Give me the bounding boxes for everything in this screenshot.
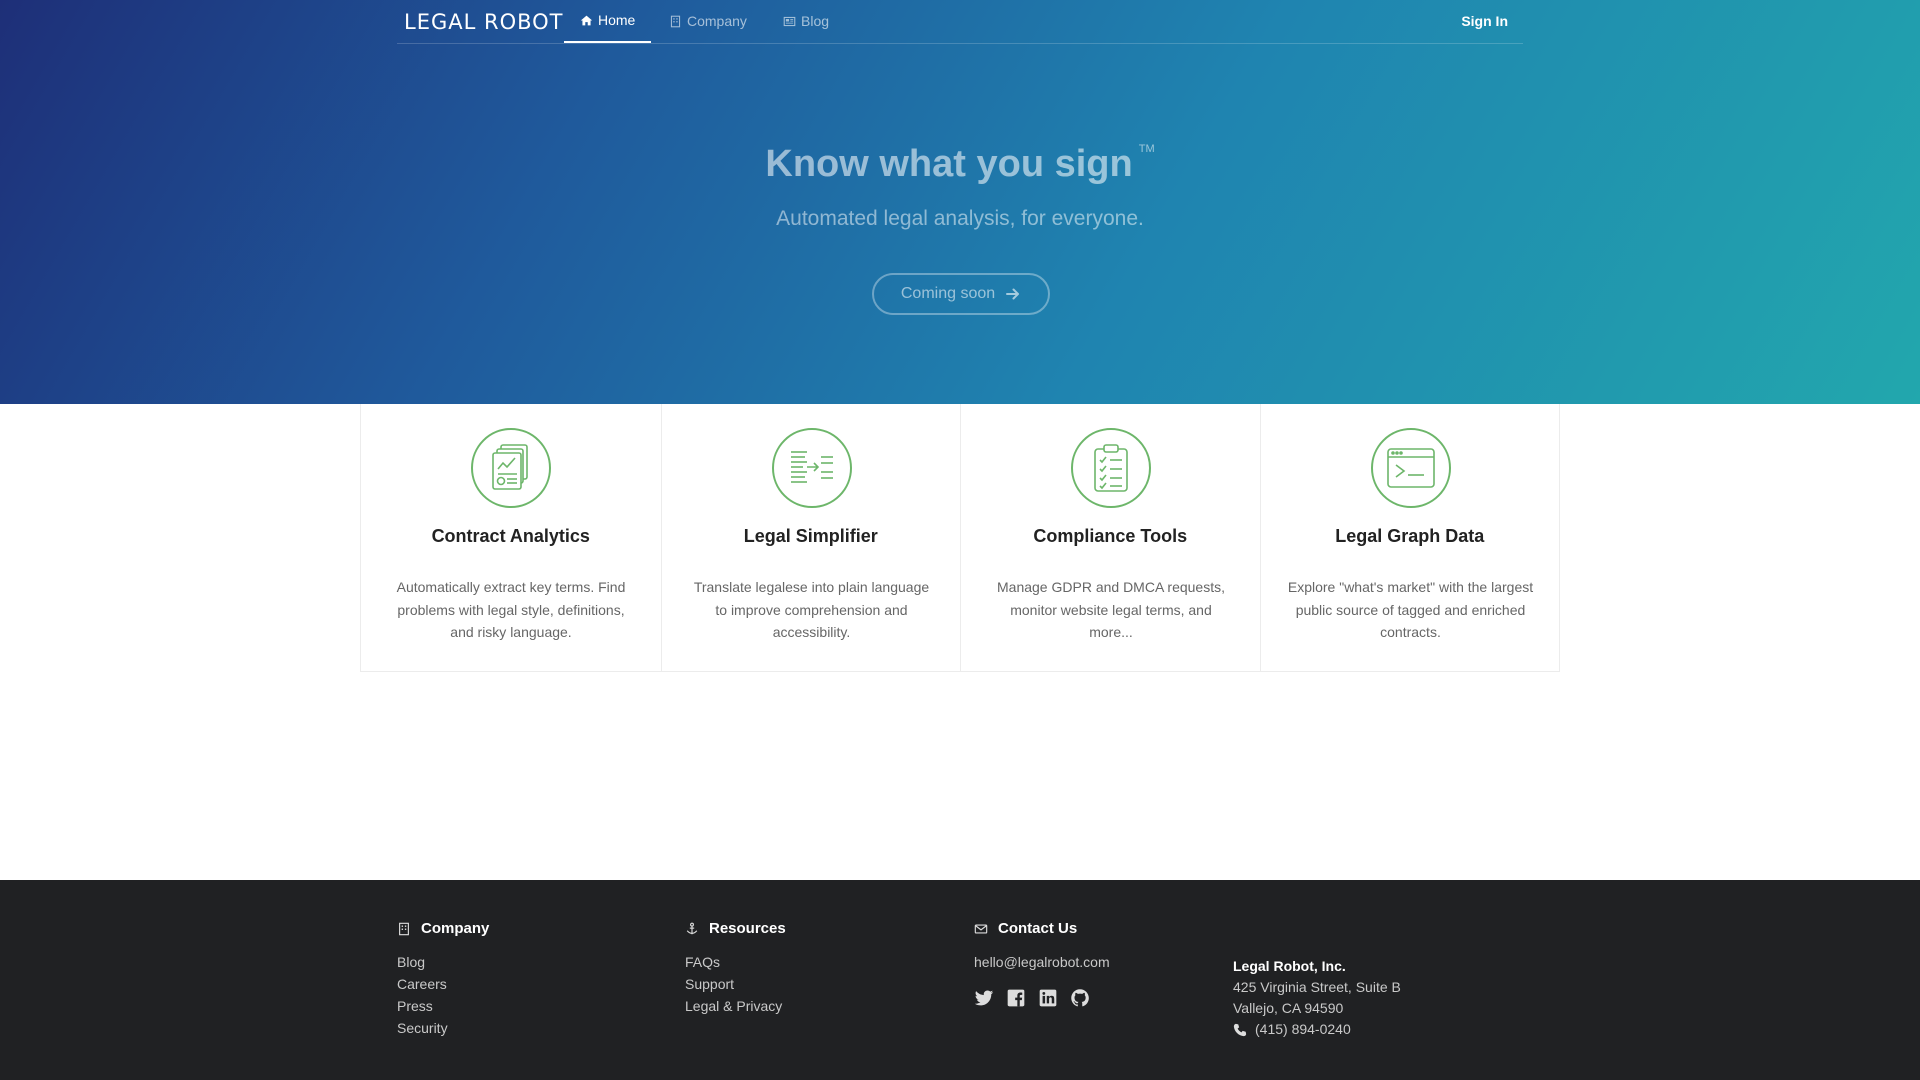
feature-description: Translate legalese into plain language t…	[693, 579, 930, 640]
logo[interactable]: LEGAL ROBOT	[404, 10, 564, 34]
footer-link-blog[interactable]: Blog	[397, 951, 489, 973]
trademark-mark: TM	[1138, 143, 1155, 155]
feature-card-legal-simplifier: Legal Simplifier Translate legalese into…	[660, 404, 961, 672]
nav-company-label: Company	[687, 13, 747, 29]
sign-in-link[interactable]: Sign In	[1461, 0, 1508, 43]
facebook-icon[interactable]	[1006, 988, 1026, 1008]
terminal-window-icon	[1370, 428, 1451, 508]
nav-blog[interactable]: Blog	[783, 0, 829, 43]
text-transform-icon	[771, 428, 852, 508]
feature-card-legal-graph-data: Legal Graph Data Explore "what's market"…	[1259, 404, 1560, 672]
footer-contact-heading-label: Contact Us	[998, 920, 1078, 937]
footer-link-security[interactable]: Security	[397, 1017, 489, 1039]
footer-company-heading-label: Company	[421, 920, 490, 937]
features-grid: Contract Analytics Automatically extract…	[360, 404, 1560, 672]
document-chart-icon	[471, 428, 551, 508]
nav-home-label: Home	[598, 12, 636, 28]
footer-resources-heading: Resources	[685, 920, 786, 937]
address-line-2: Vallejo, CA 94590	[1233, 1000, 1344, 1016]
building-icon	[670, 15, 681, 28]
phone-icon	[1233, 1023, 1247, 1036]
nav-company[interactable]: Company	[669, 0, 747, 43]
coming-soon-label: Coming soon	[900, 285, 996, 302]
social-links	[974, 988, 1110, 1008]
feature-card-contract-analytics: Contract Analytics Automatically extract…	[361, 404, 661, 672]
site-footer: Company Blog Careers Press Security Reso…	[0, 880, 1920, 1080]
home-icon	[580, 15, 593, 26]
hero-title: Know what you sign TM	[0, 143, 1920, 186]
top-nav: LEGAL ROBOT Home Company Blog Sign In	[397, 0, 1523, 44]
footer-link-careers[interactable]: Careers	[397, 973, 489, 995]
envelope-icon	[974, 923, 988, 934]
feature-card-compliance-tools: Compliance Tools Manage GDPR and DMCA re…	[960, 404, 1260, 672]
linkedin-icon[interactable]	[1038, 988, 1058, 1008]
phone-number[interactable]: (415) 894-0240	[1255, 1019, 1351, 1040]
feature-title: Contract Analytics	[431, 526, 590, 546]
feature-description: Explore "what's market" with the largest…	[1287, 579, 1534, 640]
address-line-1: 425 Virginia Street, Suite B	[1233, 979, 1401, 995]
footer-link-support[interactable]: Support	[685, 973, 786, 995]
company-name: Legal Robot, Inc.	[1233, 958, 1346, 974]
feature-title: Compliance Tools	[1033, 526, 1188, 546]
footer-link-legal-privacy[interactable]: Legal & Privacy	[685, 995, 786, 1017]
feature-description: Automatically extract key terms. Find pr…	[396, 579, 626, 640]
footer-company-column: Company Blog Careers Press Security	[397, 920, 489, 1039]
arrow-right-icon	[1006, 288, 1020, 300]
github-icon[interactable]	[1070, 988, 1090, 1008]
nav-blog-label: Blog	[801, 13, 830, 29]
newspaper-icon	[783, 16, 796, 27]
feature-title: Legal Graph Data	[1335, 526, 1485, 546]
footer-contact-heading: Contact Us	[974, 920, 1110, 937]
company-address: Legal Robot, Inc. 425 Virginia Street, S…	[1233, 956, 1401, 1040]
nav-home[interactable]: Home	[564, 0, 652, 43]
twitter-icon[interactable]	[974, 988, 994, 1008]
footer-contact-column: Contact Us hello@legalrobot.com	[974, 920, 1110, 1008]
footer-resources-heading-label: Resources	[709, 920, 786, 937]
footer-resources-column: Resources FAQs Support Legal & Privacy	[685, 920, 786, 1017]
phone-row: (415) 894-0240	[1233, 1019, 1401, 1040]
footer-company-heading: Company	[397, 920, 489, 937]
hero-section: LEGAL ROBOT Home Company Blog Sign In Kn…	[0, 0, 1920, 404]
hero-subtitle: Automated legal analysis, for everyone.	[776, 207, 1144, 230]
contact-email-link[interactable]: hello@legalrobot.com	[974, 951, 1110, 973]
feature-title: Legal Simplifier	[743, 526, 878, 546]
building-icon	[399, 922, 409, 935]
hero-title-text: Know what you sign	[765, 143, 1133, 185]
feature-description: Manage GDPR and DMCA requests, monitor w…	[997, 579, 1225, 640]
footer-link-press[interactable]: Press	[397, 995, 489, 1017]
coming-soon-button[interactable]: Coming soon	[872, 273, 1050, 315]
footer-link-faqs[interactable]: FAQs	[685, 951, 786, 973]
anchor-icon	[686, 922, 698, 934]
clipboard-checklist-icon	[1071, 428, 1151, 508]
